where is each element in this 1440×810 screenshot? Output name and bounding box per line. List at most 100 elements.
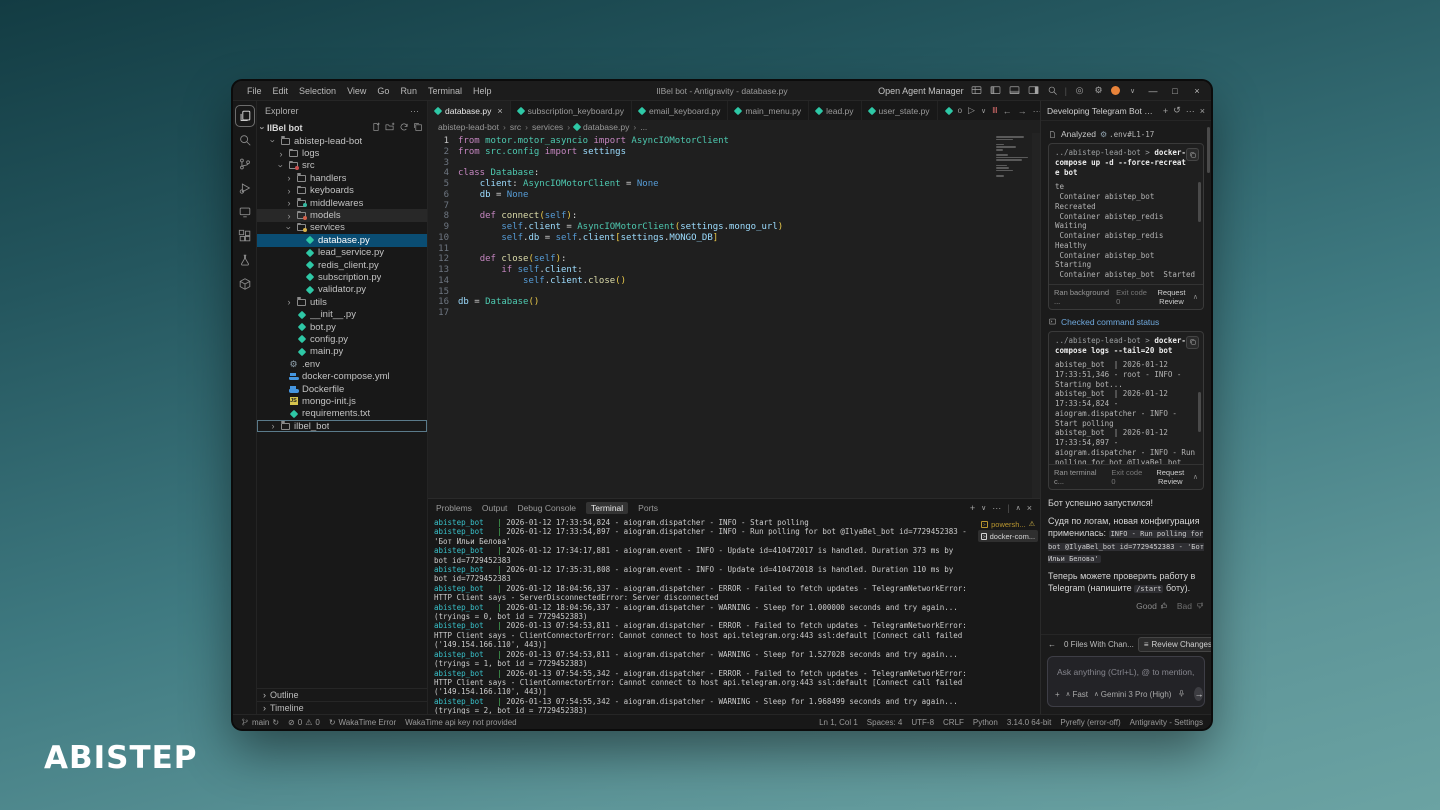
status-item-spaces-4[interactable]: Spaces: 4 <box>867 718 903 727</box>
maximize-panel-icon[interactable]: ∧ <box>1016 504 1021 512</box>
close-agent-panel-icon[interactable]: × <box>1200 106 1205 116</box>
folder-middlewares[interactable]: ›middlewares <box>257 197 427 209</box>
activitybar-infrastructure-icon[interactable] <box>235 273 255 295</box>
add-context-icon[interactable]: + <box>1055 690 1060 699</box>
file-config.py[interactable]: config.py <box>257 333 427 345</box>
file-docker-compose.yml[interactable]: docker-compose.yml <box>257 370 427 382</box>
breadcrumb-item[interactable]: services <box>532 122 563 132</box>
toggle-panel-icon[interactable] <box>1008 84 1021 97</box>
account-chevron-icon[interactable]: ∨ <box>1126 84 1139 97</box>
folder-logs[interactable]: ›logs <box>257 147 427 159</box>
menu-run[interactable]: Run <box>395 84 422 98</box>
breadcrumb-item[interactable]: database.py <box>574 122 629 132</box>
run-python-file-icon[interactable]: ▷ <box>968 105 975 116</box>
panel-tab-terminal[interactable]: Terminal <box>586 502 628 514</box>
new-terminal-icon[interactable]: + <box>970 503 975 513</box>
activitybar-remote-icon[interactable] <box>235 201 255 223</box>
card-scrollbar[interactable] <box>1198 182 1201 222</box>
close-button[interactable]: × <box>1189 86 1205 96</box>
problems-item[interactable]: ⊘0 ⚠0 <box>288 718 320 727</box>
new-folder-icon[interactable] <box>385 122 395 134</box>
activitybar-source-control-icon[interactable] <box>235 153 255 175</box>
close-tab-icon[interactable]: × <box>497 106 502 116</box>
editor-tab-user_state.py[interactable]: user_state.py <box>862 101 938 120</box>
copy-command-icon[interactable] <box>1186 336 1199 349</box>
wakatime-item[interactable]: ↻WakaTime Error <box>329 718 396 727</box>
agent-more-icon[interactable]: ··· <box>1186 106 1195 116</box>
folder-handlers[interactable]: ›handlers <box>257 172 427 184</box>
workspace-root-row[interactable]: › IlBel bot <box>257 121 427 135</box>
folder-utils[interactable]: ›utils <box>257 296 427 308</box>
agent-prompt-input[interactable] <box>1055 666 1197 678</box>
split-editor-icon[interactable]: Ⅲ <box>992 106 997 115</box>
sync-icon[interactable]: ↻ <box>272 718 279 727</box>
request-review-button[interactable]: Request Review <box>1152 468 1189 486</box>
file-main.py[interactable]: main.py <box>257 346 427 358</box>
folder-keyboards[interactable]: ›keyboards <box>257 185 427 197</box>
status-item-3-14-0-64-bit[interactable]: 3.14.0 64-bit <box>1007 718 1051 727</box>
explorer-more-icon[interactable]: ··· <box>410 106 419 116</box>
files-changed-label[interactable]: 0 Files With Chan... <box>1064 640 1134 649</box>
agent-conversation[interactable]: Analyzed ⚙.env#L1-17 ../abistep-lead-bot… <box>1041 121 1211 634</box>
editor-tab-lead.py[interactable]: lead.py <box>809 101 861 120</box>
panel-tab-problems[interactable]: Problems <box>436 503 472 513</box>
collapse-folders-icon[interactable] <box>413 122 423 134</box>
back-icon[interactable]: ← <box>1048 640 1056 649</box>
menu-edit[interactable]: Edit <box>268 84 294 98</box>
card-scrollbar[interactable] <box>1198 392 1201 432</box>
folder-models[interactable]: ›models <box>257 209 427 221</box>
activitybar-search-icon[interactable] <box>235 129 255 151</box>
settings-gear-icon[interactable]: ⚙ <box>1092 84 1105 97</box>
maximize-button[interactable]: □ <box>1167 86 1183 96</box>
agent-status-icon[interactable]: ◎ <box>1073 84 1086 97</box>
menu-help[interactable]: Help <box>468 84 497 98</box>
file-lead_service.py[interactable]: lead_service.py <box>257 247 427 259</box>
folder-ilbel_bot[interactable]: ›ilbel_bot <box>257 420 427 432</box>
new-file-icon[interactable] <box>371 122 381 134</box>
menu-selection[interactable]: Selection <box>294 84 341 98</box>
request-review-button[interactable]: Request Review <box>1154 288 1189 306</box>
folder-services[interactable]: ›services <box>257 222 427 234</box>
status-item-crlf[interactable]: CRLF <box>943 718 964 727</box>
account-avatar[interactable] <box>1111 86 1120 95</box>
status-item-ln-1-col-1[interactable]: Ln 1, Col 1 <box>819 718 858 727</box>
menu-view[interactable]: View <box>342 84 371 98</box>
collapse-card-icon[interactable]: ∧ <box>1193 293 1198 301</box>
customize-layout-icon[interactable] <box>970 84 983 97</box>
folder-src[interactable]: ›src <box>257 160 427 172</box>
copy-command-icon[interactable] <box>1186 148 1199 161</box>
status-item-pyrefly-error-off-[interactable]: Pyrefly (error-off) <box>1060 718 1120 727</box>
agent-input-box[interactable]: + ∧Fast ∧Gemini 3 Pro (High) → <box>1047 656 1205 707</box>
file-redis_client.py[interactable]: redis_client.py <box>257 259 427 271</box>
microphone-icon[interactable] <box>1177 689 1186 700</box>
git-branch-item[interactable]: main ↻ <box>241 718 279 727</box>
editor-tab-email_keyboard.py[interactable]: email_keyboard.py <box>632 101 728 120</box>
folder-abistep-lead-bot[interactable]: ›abistep-lead-bot <box>257 135 427 147</box>
menu-terminal[interactable]: Terminal <box>423 84 467 98</box>
collapse-card-icon[interactable]: ∧ <box>1193 473 1198 481</box>
menu-go[interactable]: Go <box>372 84 394 98</box>
run-dropdown-icon[interactable]: ∨ <box>981 107 986 115</box>
status-item-python[interactable]: Python <box>973 718 998 727</box>
file-mongo-init.js[interactable]: JSmongo-init.js <box>257 395 427 407</box>
panel-tab-ports[interactable]: Ports <box>638 503 658 513</box>
status-item-antigravity-settings[interactable]: Antigravity - Settings <box>1130 718 1203 727</box>
close-panel-icon[interactable]: × <box>1027 503 1032 513</box>
menu-file[interactable]: File <box>242 84 267 98</box>
new-conversation-icon[interactable]: + <box>1163 106 1168 116</box>
editor-tab-subscription_keyboard.py[interactable]: subscription_keyboard.py <box>511 101 632 120</box>
navigate-back-icon[interactable]: ← <box>1003 106 1012 116</box>
file-subscription.py[interactable]: subscription.py <box>257 271 427 283</box>
status-item-utf-8[interactable]: UTF-8 <box>911 718 934 727</box>
activitybar-explorer-icon[interactable] <box>235 105 255 127</box>
file-validator.py[interactable]: validator.py <box>257 284 427 296</box>
analyzed-file-chip[interactable]: ⚙.env#L1-17 <box>1100 130 1154 139</box>
breadcrumb-item[interactable]: src <box>510 122 521 132</box>
search-icon[interactable] <box>1046 84 1059 97</box>
breadcrumb-item[interactable]: abistep-lead-bot <box>438 122 499 132</box>
feedback-good-button[interactable]: Good <box>1136 601 1169 611</box>
editor-tab-main_menu.py[interactable]: main_menu.py <box>728 101 809 120</box>
panel-tab-output[interactable]: Output <box>482 503 508 513</box>
file-.env[interactable]: ⚙.env <box>257 358 427 370</box>
panel-tab-debug-console[interactable]: Debug Console <box>517 503 576 513</box>
